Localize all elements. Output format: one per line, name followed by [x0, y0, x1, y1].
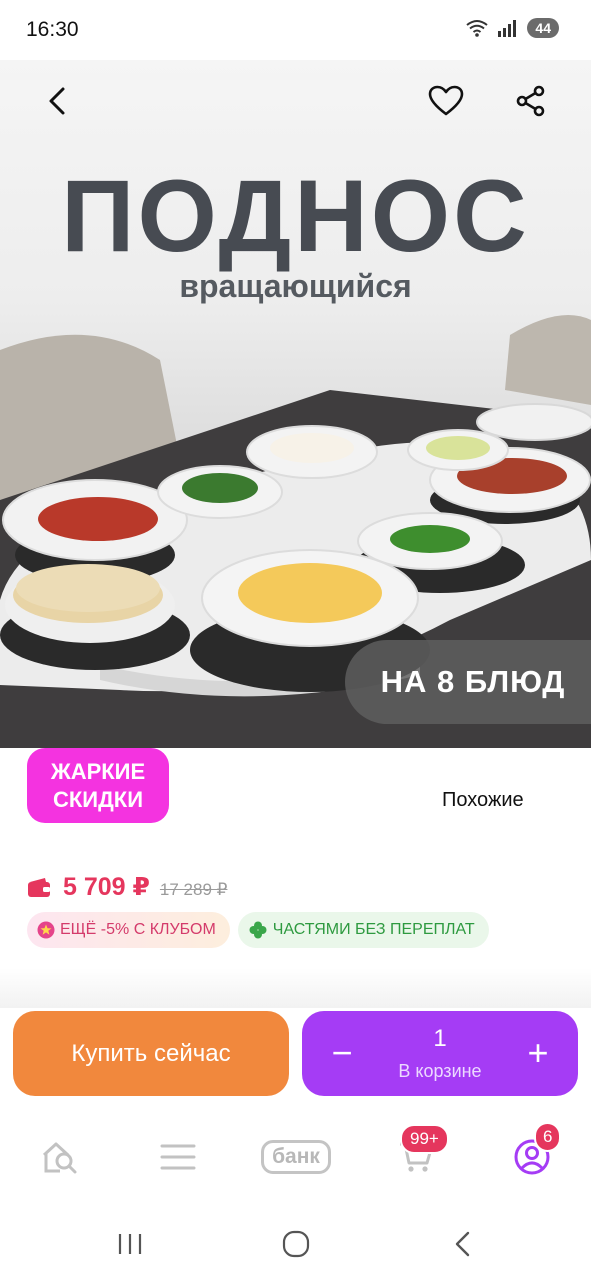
menu-icon	[160, 1144, 196, 1170]
tab-cart[interactable]: 99+	[386, 1124, 449, 1182]
star-badge-icon	[37, 921, 55, 939]
offer-chips: ЕЩЁ -5% С КЛУБОМ ЧАСТЯМИ БЕЗ ПЕРЕПЛАТ	[27, 912, 489, 948]
favorite-button[interactable]	[419, 74, 473, 128]
back-button[interactable]	[31, 74, 85, 128]
hot-deals-line2: СКИДКИ	[52, 786, 144, 812]
clover-icon	[249, 921, 267, 939]
dish-count-badge: НА 8 БЛЮД	[345, 640, 591, 724]
bank-label: банк	[261, 1140, 331, 1174]
installments-chip[interactable]: ЧАСТЯМИ БЕЗ ПЕРЕПЛАТ	[237, 912, 489, 948]
current-price: 5 709 ₽	[63, 873, 150, 901]
hero-subtitle: вращающийся	[179, 268, 412, 304]
buy-now-button[interactable]: Купить сейчас	[13, 1011, 289, 1096]
share-icon	[516, 85, 545, 117]
wallet-icon	[28, 878, 50, 897]
signal-icon	[498, 20, 517, 37]
hot-deals-line1: ЖАРКИЕ	[50, 758, 146, 784]
system-nav-bar	[0, 1208, 591, 1280]
chevron-left-icon	[49, 87, 65, 115]
heart-icon	[428, 85, 464, 116]
recent-apps-button[interactable]	[108, 1224, 152, 1264]
price-row: 5 709 ₽ 17 289 ₽	[27, 872, 227, 902]
status-time: 16:30	[26, 18, 79, 41]
home-button[interactable]	[274, 1224, 318, 1264]
club-discount-chip[interactable]: ЕЩЁ -5% С КЛУБОМ	[27, 912, 230, 948]
similar-link[interactable]: Похожие	[442, 789, 524, 812]
back-arrow-icon	[455, 1231, 470, 1257]
status-bar: 16:30 44	[0, 0, 591, 60]
bottom-tab-bar: банк 99+ 6	[0, 1112, 591, 1202]
wifi-icon	[466, 20, 489, 37]
increase-quantity-button[interactable]: +	[514, 1029, 562, 1077]
hero-title: ПОДНОС	[61, 159, 530, 273]
tab-home[interactable]	[30, 1132, 90, 1182]
battery-indicator: 44	[527, 18, 559, 38]
share-button[interactable]	[504, 74, 558, 128]
cart-quantity-control: − 1 В корзине +	[302, 1011, 578, 1096]
tab-bank[interactable]: банк	[254, 1132, 338, 1182]
tab-catalog[interactable]	[148, 1132, 208, 1182]
cart-count-badge: 99+	[400, 1124, 449, 1154]
product-screen: 16:30 44 ПОДНОС вращающийся НА 8 БЛЮД ЖА…	[0, 0, 591, 1280]
home-search-icon	[42, 1142, 77, 1174]
club-discount-text: ЕЩЁ -5% С КЛУБОМ	[60, 921, 216, 938]
installments-text: ЧАСТЯМИ БЕЗ ПЕРЕПЛАТ	[272, 921, 475, 938]
recent-apps-icon	[118, 1234, 142, 1254]
system-back-button[interactable]	[440, 1224, 484, 1264]
profile-count-badge: 6	[534, 1122, 562, 1152]
status-icons: 44	[465, 18, 559, 38]
section-divider	[0, 968, 591, 1008]
hot-deals-badge[interactable]: ЖАРКИЕ СКИДКИ	[27, 748, 169, 823]
home-circle-icon	[282, 1230, 310, 1258]
tab-profile[interactable]: 6	[502, 1122, 562, 1182]
product-image[interactable]: ПОДНОС вращающийся НА 8 БЛЮД	[0, 60, 591, 748]
old-price: 17 289 ₽	[159, 880, 228, 899]
